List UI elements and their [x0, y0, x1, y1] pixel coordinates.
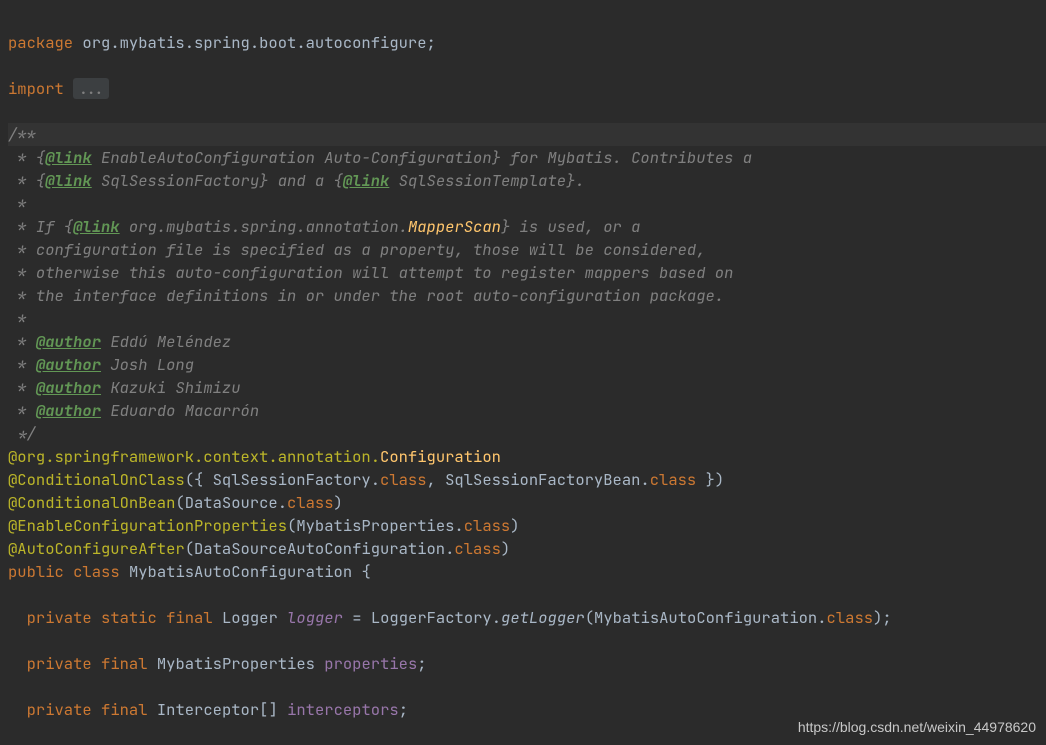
javadoc-l1: * {@link EnableAutoConfiguration Auto-Co…	[8, 147, 752, 168]
javadoc-a3: * @author Kazuki Shimizu	[8, 377, 241, 398]
line-anno2: @ConditionalOnClass({ SqlSessionFactory.…	[8, 469, 724, 490]
author-tag: @author	[36, 354, 101, 375]
line-anno3: @ConditionalOnBean(DataSource.class)	[8, 492, 343, 513]
javadoc-open: /**	[8, 124, 36, 145]
line-package: package org.mybatis.spring.boot.autoconf…	[8, 32, 436, 53]
line-import: import ...	[8, 78, 109, 99]
javadoc-a1: * @author Eddú Meléndez	[8, 331, 231, 352]
kw-package: package	[8, 32, 73, 53]
javadoc-close: */	[8, 423, 36, 444]
javadoc-l7: * the interface definitions in or under …	[8, 285, 724, 306]
author-tag: @author	[36, 331, 101, 352]
author-tag: @author	[36, 400, 101, 421]
link-tag: @link	[343, 170, 390, 191]
javadoc-a2: * @author Josh Long	[8, 354, 194, 375]
javadoc-l3: *	[8, 193, 27, 214]
watermark: https://blog.csdn.net/weixin_44978620	[798, 716, 1036, 739]
link-tag: @link	[73, 216, 120, 237]
current-line: /**	[8, 123, 1046, 146]
javadoc-l6: * otherwise this auto-configuration will…	[8, 262, 733, 283]
package-path: org.mybatis.spring.boot.autoconfigure	[82, 32, 426, 53]
javadoc-l2: * {@link SqlSessionFactory} and a {@link…	[8, 170, 585, 191]
link-tag: @link	[45, 170, 92, 191]
kw-import: import	[8, 78, 64, 99]
line-classdecl: public class MybatisAutoConfiguration {	[8, 561, 371, 582]
line-logger: private static final Logger logger = Log…	[8, 607, 892, 628]
code-editor[interactable]: package org.mybatis.spring.boot.autoconf…	[0, 0, 1046, 745]
javadoc-a4: * @author Eduardo Macarrón	[8, 400, 259, 421]
javadoc-l4: * If {@link org.mybatis.spring.annotatio…	[8, 216, 640, 237]
import-fold[interactable]: ...	[73, 78, 109, 99]
author-tag: @author	[36, 377, 101, 398]
link-tag: @link	[45, 147, 92, 168]
line-interceptors: private final Interceptor[] interceptors…	[8, 699, 408, 720]
javadoc-l5: * configuration file is specified as a p…	[8, 239, 706, 260]
javadoc-l8: *	[8, 308, 27, 329]
line-anno1: @org.springframework.context.annotation.…	[8, 446, 501, 467]
line-anno5: @AutoConfigureAfter(DataSourceAutoConfig…	[8, 538, 510, 559]
line-properties: private final MybatisProperties properti…	[8, 653, 427, 674]
line-anno4: @EnableConfigurationProperties(MybatisPr…	[8, 515, 520, 536]
semicolon: ;	[427, 32, 436, 53]
